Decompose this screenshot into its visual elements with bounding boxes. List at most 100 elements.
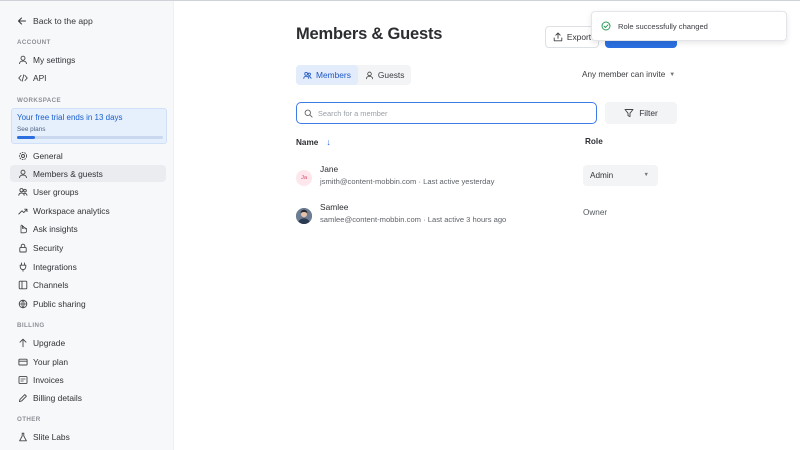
sidebar-item-label: Slite Labs [33,431,70,442]
role-value: Admin [590,171,614,180]
avatar: Ja [296,170,312,186]
trial-title: Your free trial ends in 13 days [17,113,123,122]
sidebar-item-public-sharing[interactable]: Public sharing [10,295,166,312]
sidebar-item-ask-insights[interactable]: Ask insights [10,220,166,237]
lock-icon [17,242,28,253]
back-label: Back to the app [33,16,93,26]
filter-icon [624,109,634,118]
member-meta: jsmith@content-mobbin.com · Last active … [320,177,495,186]
sort-down-icon: ↓ [326,137,331,147]
member-last-active: Last active 3 hours ago [427,215,507,224]
see-plans-link[interactable]: See plans [17,126,161,133]
globe-icon [17,298,28,309]
sidebar-item-members-guests[interactable]: Members & guests [10,165,166,182]
sidebar-item-label: Upgrade [33,337,66,348]
sidebar-item-label: Billing details [33,392,82,403]
sidebar-item-label: Ask insights [33,223,78,234]
upload-icon [553,32,563,42]
pencil-icon [17,392,28,403]
filter-label: Filter [639,108,658,118]
users-icon [17,186,28,197]
sidebar-item-your-plan[interactable]: Your plan [10,353,166,370]
trial-banner[interactable]: Your free trial ends in 13 days See plan… [11,108,167,144]
code-icon [17,72,28,83]
plug-icon [17,261,28,272]
caret-down-icon: ▼ [669,71,676,78]
avatar [296,208,312,224]
invoice-icon [17,374,28,385]
trial-progress-bar [17,136,163,139]
sidebar-item-label: General [33,150,63,161]
members-icon [303,71,312,79]
sidebar-item-api[interactable]: API [10,69,166,86]
sidebar-item-my-settings[interactable]: My settings [10,51,166,68]
member-meta: samlee@content-mobbin.com · Last active … [320,215,507,224]
sidebar-item-security[interactable]: Security [10,239,166,256]
section-account: ACCOUNT [17,39,51,46]
column-header-role: Role [585,137,603,146]
sidebar-item-upgrade[interactable]: Upgrade [10,334,166,351]
sidebar-item-label: Channels [33,279,69,290]
sidebar-item-integrations[interactable]: Integrations [10,258,166,275]
sidebar-item-label: API [33,72,47,83]
invite-select-value: Any member can invite [582,70,666,79]
sidebar-item-channels[interactable]: Channels [10,276,166,293]
sidebar-item-label: Security [33,242,64,253]
trial-progress-fill [17,136,35,139]
member-name: Samlee [320,202,349,212]
tab-label: Members [316,70,351,80]
member-last-active: Last active yesterday [423,177,495,186]
sidebar-item-label: Members & guests [33,168,103,179]
export-label: Export [566,32,592,42]
hand-icon [17,223,28,234]
member-email: samlee@content-mobbin.com [320,215,421,224]
user-icon [17,54,28,65]
role-select[interactable]: Admin ▼ [583,165,658,186]
sidebar-item-workspace-analytics[interactable]: Workspace analytics [10,202,166,219]
filter-button[interactable]: Filter [605,102,677,124]
role-value: Owner [583,208,608,217]
sidebar-item-slite-labs[interactable]: Slite Labs [10,428,166,445]
invite-permission-select[interactable]: Any member can invite ▼ [582,70,675,79]
gear-icon [17,150,28,161]
search-icon [304,109,313,118]
sidebar-item-label: Integrations [33,261,77,272]
settings-sidebar: Back to the app ACCOUNT My settings API … [0,1,174,450]
sidebar-item-invoices[interactable]: Invoices [10,371,166,388]
guest-icon [365,71,373,79]
arrow-left-icon [18,17,26,25]
table-row[interactable]: Ja Jane jsmith@content-mobbin.com · Last… [296,163,686,193]
table-row[interactable]: Samlee samlee@content-mobbin.com · Last … [296,201,686,231]
trending-icon [17,205,28,216]
sidebar-item-billing-details[interactable]: Billing details [10,389,166,406]
section-other: OTHER [17,416,41,423]
sidebar-item-label: Your plan [33,356,69,367]
arrow-up-icon [17,337,28,348]
sidebar-item-label: Workspace analytics [33,205,110,216]
section-billing: BILLING [17,322,45,329]
flask-icon [17,431,28,442]
sidebar-item-user-groups[interactable]: User groups [10,183,166,200]
page-title: Members & Guests [296,25,443,43]
success-toast: Role successfully changed [591,11,787,41]
sidebar-item-label: User groups [33,186,79,197]
caret-down-icon: ▼ [643,172,649,178]
toast-message: Role successfully changed [618,21,708,31]
sidebar-item-label: My settings [33,54,76,65]
card-icon [17,356,28,367]
column-header-name[interactable]: Name ↓ [296,137,331,147]
tab-guests[interactable]: Guests [358,65,412,85]
search-input[interactable] [318,108,568,118]
user-icon [17,168,28,179]
avatar-photo [296,208,312,224]
member-type-tabs: Members Guests [296,65,412,85]
tab-label: Guests [377,70,405,80]
sidebar-item-general[interactable]: General [10,147,166,164]
back-to-app-link[interactable]: Back to the app [17,14,93,28]
column-name-label: Name [296,137,319,147]
sidebar-item-label: Invoices [33,374,64,385]
tab-members[interactable]: Members [296,65,358,85]
member-search [296,102,597,124]
check-circle-icon [601,21,611,31]
sidebar-item-label: Public sharing [33,298,86,309]
